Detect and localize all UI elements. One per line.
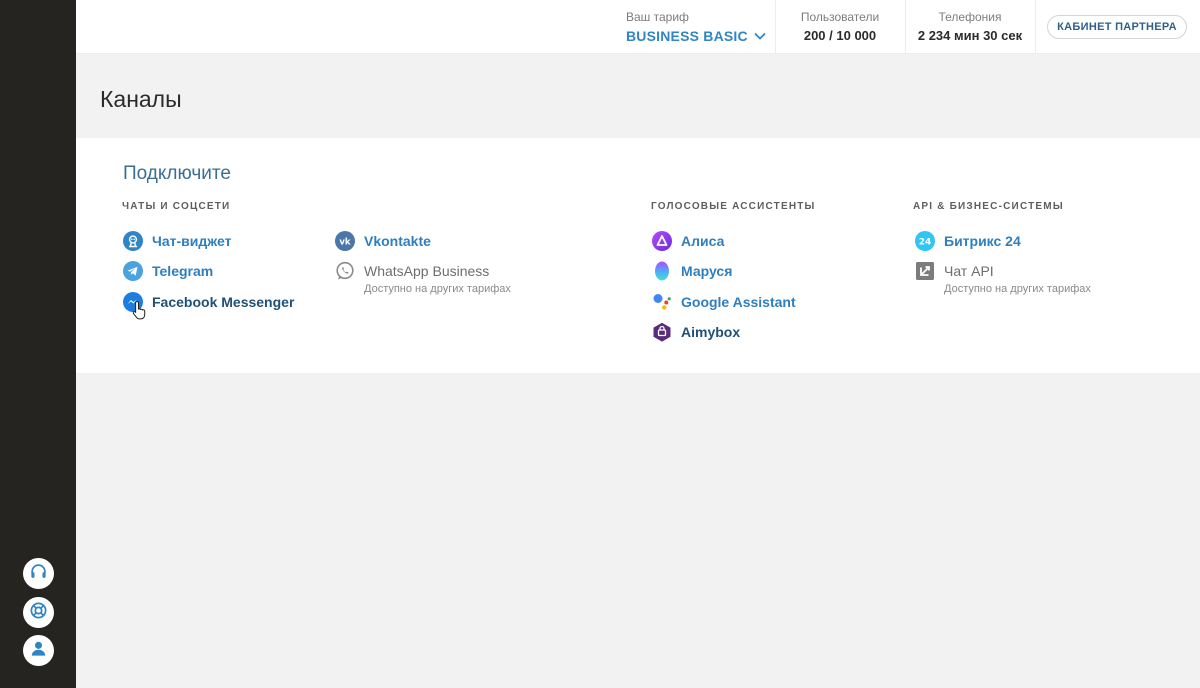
channel-chat-widget[interactable]: Чат-виджет: [123, 231, 231, 251]
support-headset-button[interactable]: [23, 558, 54, 589]
users-value: 200 / 10 000: [803, 28, 877, 43]
telephony-label: Телефония: [938, 10, 1002, 24]
users-stat: Пользователи 200 / 10 000: [776, 9, 904, 43]
aimybox-icon: [652, 322, 672, 342]
channel-whatsapp-business: WhatsApp Business Доступно на других тар…: [335, 261, 511, 295]
help-lifebuoy-icon: [29, 601, 48, 625]
telephony-stat: Телефония 2 234 мин 30 сек: [906, 9, 1034, 43]
google-assistant-icon: [652, 292, 672, 312]
channel-vkontakte[interactable]: vk Vkontakte: [335, 231, 431, 251]
marusya-icon: [652, 261, 672, 281]
facebook-messenger-label[interactable]: Facebook Messenger: [152, 292, 294, 312]
partner-cabinet-button[interactable]: КАБИНЕТ ПАРТНЕРА: [1047, 15, 1187, 39]
user-icon: [29, 639, 48, 663]
section-voice-header: ГОЛОСОВЫЕ АССИСТЕНТЫ: [651, 201, 816, 212]
bitrix24-icon: 24: [915, 231, 935, 251]
profile-button[interactable]: [23, 635, 54, 666]
chat-widget-label[interactable]: Чат-виджет: [152, 231, 231, 251]
tariff-value[interactable]: BUSINESS BASIC: [626, 28, 748, 44]
whatsapp-availability-note: Доступно на других тарифах: [364, 283, 511, 295]
telegram-label[interactable]: Telegram: [152, 261, 213, 281]
svg-text:24: 24: [919, 238, 932, 248]
chat-api-icon: [915, 261, 935, 281]
channel-alisa[interactable]: Алиса: [652, 231, 724, 251]
bitrix24-label[interactable]: Битрикс 24: [944, 231, 1021, 251]
channel-chat-api: Чат API Доступно на других тарифах: [915, 261, 1091, 295]
alisa-icon: [652, 231, 672, 251]
vk-icon: vk: [335, 231, 355, 251]
divider: [1035, 0, 1036, 54]
sidebar: [0, 0, 76, 688]
channel-google-assistant[interactable]: Google Assistant: [652, 292, 796, 312]
section-api-header: API & БИЗНЕС-СИСТЕМЫ: [913, 201, 1064, 212]
channel-aimybox[interactable]: Aimybox: [652, 322, 740, 342]
channel-facebook-messenger[interactable]: Facebook Messenger: [123, 292, 294, 312]
section-chats-header: ЧАТЫ И СОЦСЕТИ: [122, 201, 231, 212]
chat-api-availability-note: Доступно на других тарифах: [944, 283, 1091, 295]
chat-widget-icon: [123, 231, 143, 251]
telephony-value: 2 234 мин 30 сек: [917, 28, 1023, 43]
aimybox-label[interactable]: Aimybox: [681, 322, 740, 342]
vkontakte-label[interactable]: Vkontakte: [364, 231, 431, 251]
headset-icon: [29, 562, 48, 586]
google-assistant-label[interactable]: Google Assistant: [681, 292, 796, 312]
svg-text:vk: vk: [339, 238, 351, 248]
channel-telegram[interactable]: Telegram: [123, 261, 213, 281]
connect-title: Подключите: [123, 163, 231, 184]
page-title: Каналы: [100, 86, 182, 112]
chat-api-label: Чат API: [944, 263, 994, 279]
marusya-label[interactable]: Маруся: [681, 261, 732, 281]
channels-card: Подключите ЧАТЫ И СОЦСЕТИ ГОЛОСОВЫЕ АССИ…: [76, 138, 1200, 373]
topbar: Ваш тариф BUSINESS BASIC Пользователи 20…: [76, 0, 1200, 54]
alisa-label[interactable]: Алиса: [681, 231, 724, 251]
facebook-messenger-icon: [123, 292, 143, 312]
help-button[interactable]: [23, 597, 54, 628]
channel-marusya[interactable]: Маруся: [652, 261, 732, 281]
channel-bitrix24[interactable]: 24 Битрикс 24: [915, 231, 1021, 251]
telegram-icon: [123, 261, 143, 281]
users-label: Пользователи: [800, 10, 880, 24]
whatsapp-icon: [335, 261, 355, 281]
chevron-down-icon[interactable]: [754, 27, 766, 45]
whatsapp-label: WhatsApp Business: [364, 263, 490, 279]
